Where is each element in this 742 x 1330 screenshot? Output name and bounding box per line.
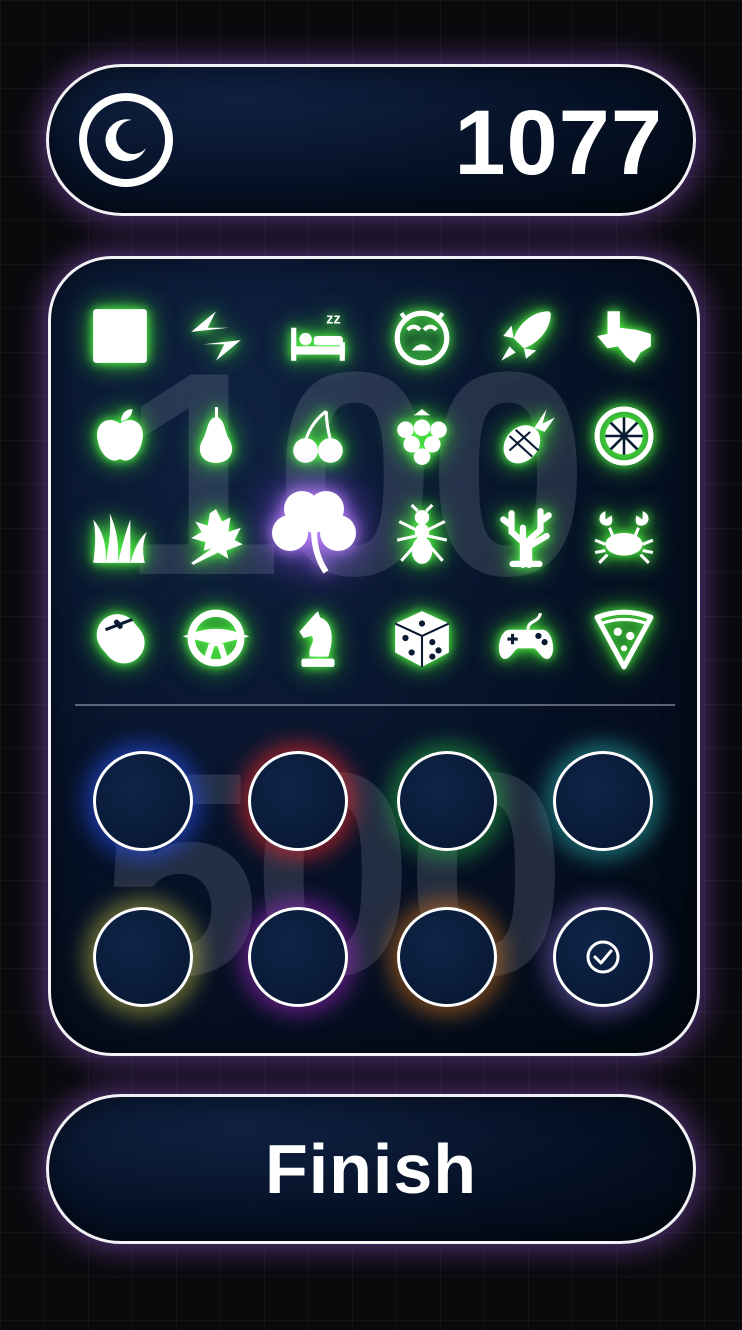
answer-slot-1[interactable] [93, 751, 193, 851]
svg-text:zz: zz [326, 312, 340, 328]
pineapple-icon[interactable] [491, 401, 561, 471]
score-value: 1077 [454, 92, 663, 194]
answer-slot-5[interactable] [93, 907, 193, 1007]
ant-icon[interactable] [387, 501, 457, 571]
sleep-bed-icon[interactable]: zz [283, 301, 353, 371]
clover-icon[interactable] [272, 491, 356, 574]
answer-slot-4[interactable] [553, 751, 653, 851]
board-divider [75, 704, 675, 706]
finish-button[interactable]: Finish [46, 1094, 696, 1244]
answer-slot-3[interactable] [397, 751, 497, 851]
chess-knight-icon[interactable] [283, 603, 353, 673]
steering-wheel-icon[interactable] [181, 603, 251, 673]
coral-icon[interactable] [491, 501, 561, 571]
apple-icon[interactable] [85, 401, 155, 471]
pizza-slice-icon[interactable] [589, 603, 659, 673]
answer-slot-6[interactable] [248, 907, 348, 1007]
answer-slot-2[interactable] [248, 751, 348, 851]
score-header: 1077 [46, 64, 696, 216]
arrows-rotate-icon[interactable] [181, 301, 251, 371]
raspberry-icon[interactable] [387, 401, 457, 471]
pear-icon[interactable] [181, 401, 251, 471]
ghost-number-top: 100 [121, 312, 589, 636]
square-icon[interactable] [85, 301, 155, 371]
texas-icon[interactable] [589, 301, 659, 371]
maple-leaf-icon[interactable] [181, 501, 251, 571]
checkmark-circle-icon [586, 940, 620, 974]
game-board: 100 500 zz [48, 256, 700, 1056]
grass-icon[interactable] [85, 501, 155, 571]
crab-icon[interactable] [589, 501, 659, 571]
dice-icon[interactable] [387, 603, 457, 673]
answer-slot-7[interactable] [397, 907, 497, 1007]
crying-face-icon[interactable] [387, 301, 457, 371]
finish-label: Finish [264, 1130, 478, 1208]
theme-toggle-button[interactable] [79, 93, 173, 187]
lemon-slice-icon[interactable] [589, 401, 659, 471]
gamepad-icon[interactable] [491, 603, 561, 673]
rocket-icon[interactable] [491, 301, 561, 371]
computer-mouse-icon[interactable] [85, 603, 155, 673]
moon-icon [105, 119, 146, 162]
answer-slot-8[interactable] [553, 907, 653, 1007]
cherries-icon[interactable] [283, 401, 353, 471]
